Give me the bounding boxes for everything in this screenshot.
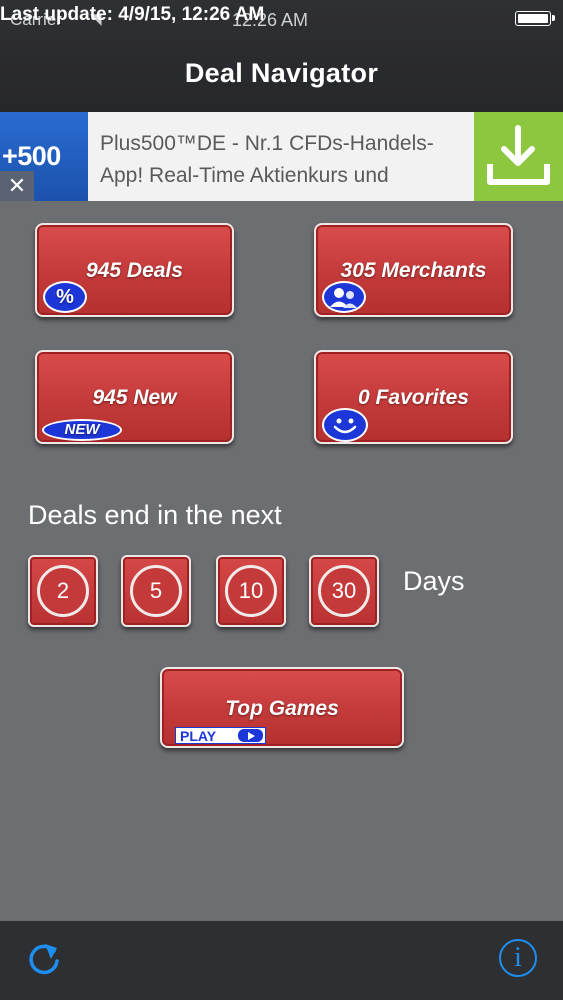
new-deals-label: 945 New [92, 386, 177, 409]
deals-label: 945 Deals [86, 259, 183, 282]
info-button[interactable]: i [499, 939, 537, 977]
top-games-label: Top Games [225, 697, 339, 720]
days-10-button[interactable]: 10 [216, 555, 286, 627]
deals-button[interactable]: 945 Deals % [35, 223, 234, 317]
status-bar: Carrier ◥ 12:26 AM Last update: 4/9/15, … [0, 0, 563, 36]
merchants-label: 305 Merchants [340, 259, 487, 282]
play-badge-label: PLAY [180, 728, 217, 744]
days-30-button[interactable]: 30 [309, 555, 379, 627]
bottom-toolbar: i [0, 921, 563, 1000]
play-badge-icon: PLAY [175, 727, 266, 744]
close-icon: ✕ [7, 173, 27, 198]
merchants-button[interactable]: 305 Merchants [314, 223, 513, 317]
page-title: Deal Navigator [184, 58, 379, 88]
refresh-icon [29, 944, 59, 975]
days-5-button[interactable]: 5 [121, 555, 191, 627]
battery-icon [515, 11, 555, 26]
ad-close-button[interactable]: ✕ [0, 171, 34, 201]
navigation-bar: Carrier ◥ 12:26 AM Last update: 4/9/15, … [0, 0, 563, 112]
favorites-button[interactable]: 0 Favorites [314, 350, 513, 444]
ad-banner[interactable]: +500 ✕ Plus500™DE - Nr.1 CFDs-Handels-Ap… [0, 112, 563, 201]
days-10-label: 10 [225, 565, 277, 617]
smiley-icon [322, 408, 368, 442]
days-5-label: 5 [130, 565, 182, 617]
days-2-button[interactable]: 2 [28, 555, 98, 627]
top-games-button[interactable]: Top Games PLAY [160, 667, 404, 748]
merchants-people-icon [322, 281, 366, 313]
refresh-button[interactable] [24, 939, 64, 979]
ad-download-button[interactable] [474, 112, 563, 201]
days-30-label: 30 [318, 565, 370, 617]
ad-brand-label: +500 [2, 141, 61, 171]
new-deals-button[interactable]: 945 New NEW [35, 350, 234, 444]
days-unit-label: Days [403, 566, 465, 596]
percent-icon: % [43, 281, 87, 313]
deals-end-heading: Deals end in the next [28, 500, 282, 530]
info-icon: i [514, 942, 522, 973]
last-update-label: Last update: 4/9/15, 12:26 AM [0, 4, 265, 25]
days-2-label: 2 [37, 565, 89, 617]
download-icon [487, 125, 550, 185]
favorites-label: 0 Favorites [358, 386, 469, 409]
ad-text: Plus500™DE - Nr.1 CFDs-Handels-App! Real… [100, 132, 434, 187]
new-badge-icon: NEW [42, 419, 122, 441]
